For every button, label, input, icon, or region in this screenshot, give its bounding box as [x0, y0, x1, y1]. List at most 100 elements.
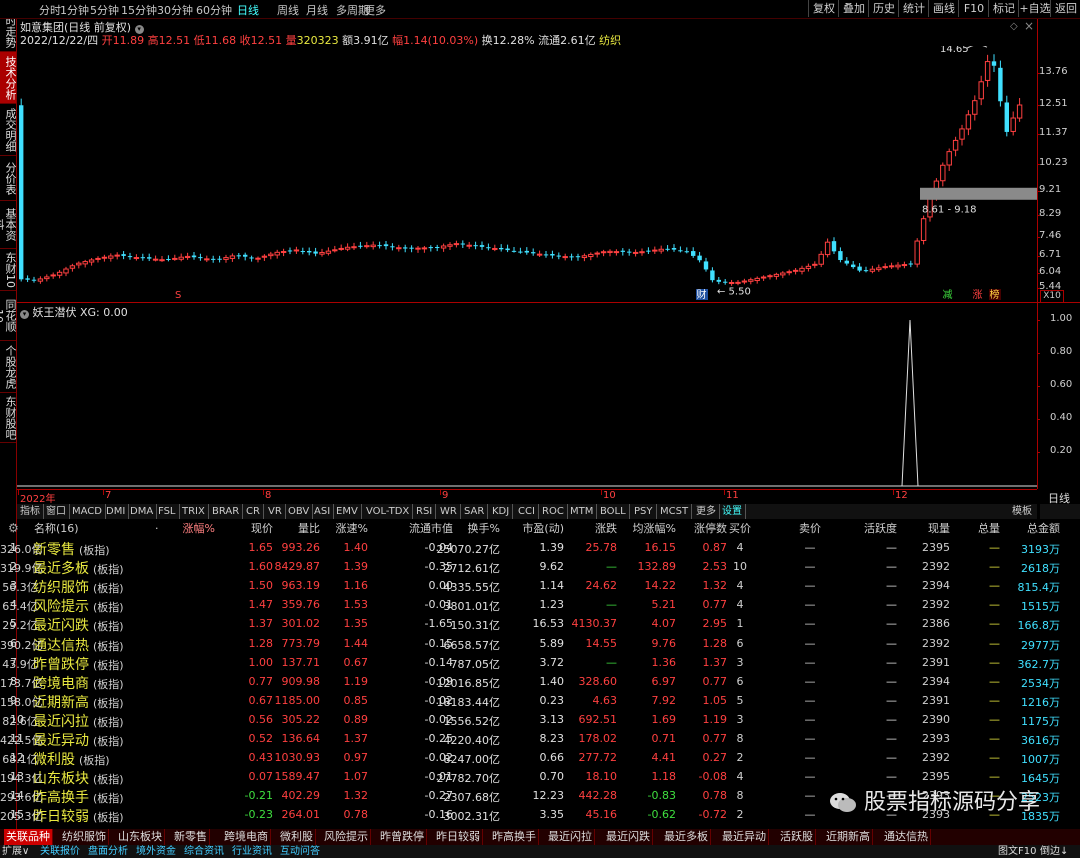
table-row[interactable]: 11 最近异动 (板指) 0.52 136.64 1.37 -0.25 4220.40亿 8.2… — [0, 731, 1080, 750]
period-tab-1[interactable]: 1分钟 — [60, 2, 89, 18]
table-row[interactable]: 8 跨境电商 (板指) 0.77 909.98 1.19 -0.09 12016.85亿 1.4… — [0, 674, 1080, 693]
status-link-3[interactable]: 境外资金 — [136, 845, 176, 858]
marker-ban[interactable]: 榜 — [990, 288, 1000, 301]
period-button[interactable]: 日线 — [1040, 490, 1078, 505]
column-header-8[interactable]: 市盈(动) — [504, 520, 564, 537]
sidebar-item-5[interactable]: 东财10 — [0, 249, 17, 291]
status-link-0[interactable]: 扩展∨ — [2, 845, 29, 858]
bottom-tab-4[interactable]: 跨境电商 — [222, 829, 271, 845]
marker-cai[interactable]: 财 — [697, 288, 707, 301]
status-link-4[interactable]: 综合资讯 — [184, 845, 224, 858]
indicator-tab-8[interactable]: CR — [243, 504, 264, 519]
indicator-tab-13[interactable]: VOL-TDX — [363, 504, 414, 519]
indicator-tab-7[interactable]: BRAR — [209, 504, 244, 519]
table-row[interactable]: 1 新零售 (板指) 1.65 993.26 1.40 -0.04 25070.27亿 1.39… — [0, 540, 1080, 559]
indicator-tab-16[interactable]: SAR — [461, 504, 489, 519]
bottom-tab-13[interactable]: 最近异动 — [720, 829, 769, 845]
toolbar-button-4[interactable]: 画线 — [928, 0, 959, 17]
bottom-tab-3[interactable]: 新零售 — [172, 829, 210, 845]
indicator-tab-0[interactable]: 指标 — [17, 504, 44, 519]
indicator-tab-25[interactable]: 设置 — [719, 504, 746, 519]
bottom-tab-16[interactable]: 通达信热 — [882, 829, 931, 845]
table-row[interactable]: 2 最近多板 (板指) 1.60 8429.87 1.39 -0.35 2712.61亿 9.6… — [0, 559, 1080, 578]
indicator-tab-4[interactable]: DMA — [127, 504, 158, 519]
toolbar-button-0[interactable]: 复权 — [808, 0, 839, 17]
column-header-16[interactable]: 总量 — [940, 520, 1000, 537]
indicator-tab-9[interactable]: VR — [265, 504, 286, 519]
status-link-2[interactable]: 盘面分析 — [88, 845, 128, 858]
bottom-tab-0[interactable]: 关联品种 — [4, 829, 53, 845]
table-row[interactable]: 6 通达信热 (板指) 1.28 773.79 1.44 -0.15 6658.57亿 5.89… — [0, 636, 1080, 655]
period-tab-8[interactable]: 月线 — [306, 2, 328, 18]
sidebar-item-1[interactable]: 技术分析 — [0, 52, 17, 104]
period-tab-7[interactable]: 周线 — [277, 2, 299, 18]
table-row[interactable]: 12 微利股 (板指) 0.43 1030.93 0.97 -0.02 8247.00亿 0.6… — [0, 750, 1080, 769]
indicator-chart[interactable] — [17, 316, 1037, 488]
indicator-tab-15[interactable]: WR — [437, 504, 461, 519]
close-icon[interactable]: × — [1024, 19, 1034, 33]
table-row[interactable]: 7 昨曾跌停 (板指) 1.00 137.71 0.67 -0.14 787.05亿 3.72—… — [0, 655, 1080, 674]
indicator-tab-3[interactable]: DMI — [103, 504, 130, 519]
candlestick-chart[interactable]: 8.61 - 9.18 14.65 ← 5.50 S 财 减 涨榜 — [17, 46, 1037, 302]
indicator-tab-24[interactable]: 更多 — [693, 504, 720, 519]
bottom-tab-7[interactable]: 昨曾跌停 — [378, 829, 427, 845]
marker-jian[interactable]: 减 — [943, 289, 953, 301]
table-row[interactable]: 10 最近闪拉 (板指) 0.56 305.22 0.89 -0.02 1556.52亿 3.1… — [0, 712, 1080, 731]
toolbar-button-2[interactable]: 历史 — [868, 0, 899, 17]
indicator-tab-22[interactable]: PSY — [631, 504, 657, 519]
bottom-tab-1[interactable]: 纺织服饰 — [60, 829, 109, 845]
indicator-tab-21[interactable]: BOLL — [597, 504, 630, 519]
bottom-tab-14[interactable]: 活跃股 — [778, 829, 816, 845]
toolbar-button-7[interactable]: +自选 — [1018, 0, 1051, 17]
indicator-tab-2[interactable]: MACD — [69, 504, 106, 519]
sidebar-item-2[interactable]: 成交明细 — [0, 104, 17, 156]
period-tab-5[interactable]: 60分钟 — [196, 2, 232, 18]
table-row[interactable]: 5 最近闪跌 (板指) 1.37 301.02 1.35 -1.65 150.31亿 16.53… — [0, 616, 1080, 635]
period-tab-3[interactable]: 15分钟 — [121, 2, 157, 18]
bottom-tab-11[interactable]: 最近闪跌 — [604, 829, 653, 845]
status-link-6[interactable]: 互动问答 — [280, 845, 320, 858]
sidebar-item-3[interactable]: 分价表 — [0, 156, 17, 201]
table-row[interactable]: 4 风险提示 (板指) 1.47 359.76 1.53 -0.01 3801.01亿 1.23… — [0, 597, 1080, 616]
indicator-tab-19[interactable]: ROC — [539, 504, 568, 519]
bottom-tab-15[interactable]: 近期新高 — [824, 829, 873, 845]
sidebar-item-8[interactable]: 东财股吧 — [0, 393, 17, 443]
diamond-icon[interactable]: ◇ — [1010, 21, 1018, 32]
column-header-13[interactable]: 卖价 — [790, 520, 830, 537]
toolbar-button-5[interactable]: F10 — [958, 0, 989, 17]
bottom-tab-8[interactable]: 昨日较弱 — [434, 829, 483, 845]
column-header-2[interactable]: 涨幅% — [155, 520, 215, 537]
indicator-tab-1[interactable]: 窗口 — [43, 504, 70, 519]
table-row[interactable]: 3 纺织服饰 (板指) 1.50 963.19 1.16 0.00 4335.55亿 1.14 2… — [0, 578, 1080, 597]
indicator-tab-6[interactable]: TRIX — [179, 504, 209, 519]
toolbar-button-6[interactable]: 标记 — [988, 0, 1019, 17]
toolbar-button-1[interactable]: 叠加 — [838, 0, 869, 17]
period-tab-4[interactable]: 30分钟 — [157, 2, 193, 18]
marker-s[interactable]: S — [175, 290, 181, 301]
status-link-5[interactable]: 行业资讯 — [232, 845, 272, 858]
indicator-tab-17[interactable]: KDJ — [489, 504, 514, 519]
period-tab-10[interactable]: 更多 — [364, 2, 386, 18]
period-tab-6[interactable]: 日线 — [237, 2, 259, 18]
indicator-tab-14[interactable]: RSI — [413, 504, 437, 519]
column-header-11[interactable]: 涨停数 — [667, 520, 727, 537]
table-row[interactable]: 9 近期新高 (板指) 0.67 1185.00 0.85 -0.02 18183.44亿 0.… — [0, 693, 1080, 712]
indicator-tab-5[interactable]: FSL — [155, 504, 180, 519]
toolbar-button-3[interactable]: 统计 — [898, 0, 929, 17]
toolbar-button-8[interactable]: 返回 — [1050, 0, 1080, 17]
template-button[interactable]: 模板 — [1012, 504, 1032, 519]
status-link-1[interactable]: 关联报价 — [40, 845, 80, 858]
column-header-0[interactable]: 名称(16) — [34, 520, 79, 537]
column-header-17[interactable]: 总金额 — [1000, 520, 1060, 537]
column-header-9[interactable]: 涨跌 — [557, 520, 617, 537]
sidebar-item-7[interactable]: 个股龙虎 — [0, 341, 17, 393]
indicator-tab-18[interactable]: CCI — [515, 504, 539, 519]
bottom-tab-6[interactable]: 风险提示 — [322, 829, 371, 845]
sidebar-item-6[interactable]: 同花顺10 — [0, 291, 17, 341]
column-header-12[interactable]: 买价 — [720, 520, 760, 537]
bottom-tab-10[interactable]: 最近闪拉 — [546, 829, 595, 845]
indicator-tab-11[interactable]: ASI — [311, 504, 335, 519]
toggle-link[interactable]: 倒边↓ — [1040, 845, 1068, 858]
indicator-tab-10[interactable]: OBV — [285, 504, 314, 519]
f10-link[interactable]: 图文F10 — [998, 845, 1036, 858]
